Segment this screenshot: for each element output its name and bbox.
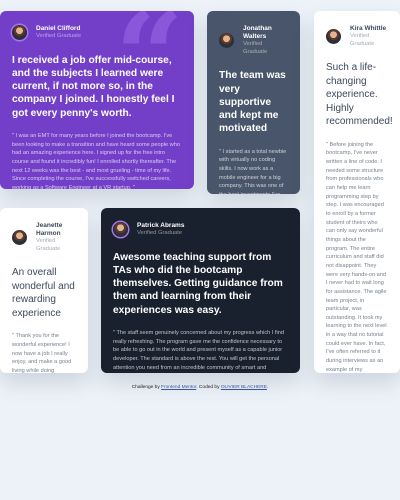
avatar — [326, 29, 341, 45]
frontend-mentor-link[interactable]: Frontend Mentor — [161, 385, 196, 390]
avatar — [12, 25, 27, 41]
testimonial-card-kira: Kira Whittle Verified Graduate Such a li… — [314, 11, 400, 373]
testimonial-card-jonathan: Jonathan Walters Verified Graduate The t… — [207, 11, 300, 194]
testimonial-card-jeanette: Jeanette Harmon Verified Graduate An ove… — [0, 208, 88, 373]
author-name: Kira Whittle — [350, 25, 387, 32]
testimonial-card-patrick: Patrick Abrams Verified Graduate Awesome… — [101, 208, 300, 373]
testimonial-quote: " The staff seem genuinely concerned abo… — [113, 329, 284, 371]
testimonial-card-daniel: “ Daniel Clifford Verified Graduate I re… — [0, 11, 194, 189]
author-name: Jonathan Walters — [243, 25, 272, 41]
author-name: Daniel Clifford — [36, 25, 81, 32]
attribution: Challenge by Frontend Mentor. Coded by O… — [0, 385, 400, 390]
testimonial-headline: Awesome teaching support from TAs who di… — [113, 251, 283, 316]
attribution-prefix: Challenge by — [131, 385, 162, 390]
testimonial-quote: " I started as a total newbie with virtu… — [219, 148, 287, 194]
testimonial-quote: " Before joining the bootcamp, I've neve… — [326, 141, 387, 373]
author-role: Verified Graduate — [36, 238, 61, 252]
testimonial-quote: " Thank you for the wonderful experience… — [12, 333, 72, 373]
avatar — [113, 222, 128, 238]
testimonial-headline: I received a job offer mid-course, and t… — [12, 54, 175, 119]
author-role: Verified Graduate — [36, 33, 82, 40]
avatar — [12, 230, 27, 246]
author-name: Patrick Abrams — [137, 222, 185, 229]
testimonial-quote: " I was an EMT for many years before I j… — [12, 132, 180, 189]
testimonial-headline: An overall wonderful and rewarding exper… — [12, 267, 75, 319]
avatar — [219, 33, 234, 49]
author-role: Verified Graduate — [350, 33, 375, 47]
attribution-suffix: . — [266, 385, 269, 390]
attribution-middle: . Coded by — [196, 385, 221, 390]
author-role: Verified Graduate — [137, 230, 183, 237]
testimonial-headline: The team was very supportive and kept me… — [219, 70, 286, 135]
author-name: Jeanette Harmon — [36, 222, 63, 238]
testimonial-headline: Such a life-changing experience. Highly … — [326, 62, 393, 128]
author-role: Verified Graduate — [243, 41, 268, 55]
author-link[interactable]: OLIVIER BLACHERE — [221, 385, 267, 390]
